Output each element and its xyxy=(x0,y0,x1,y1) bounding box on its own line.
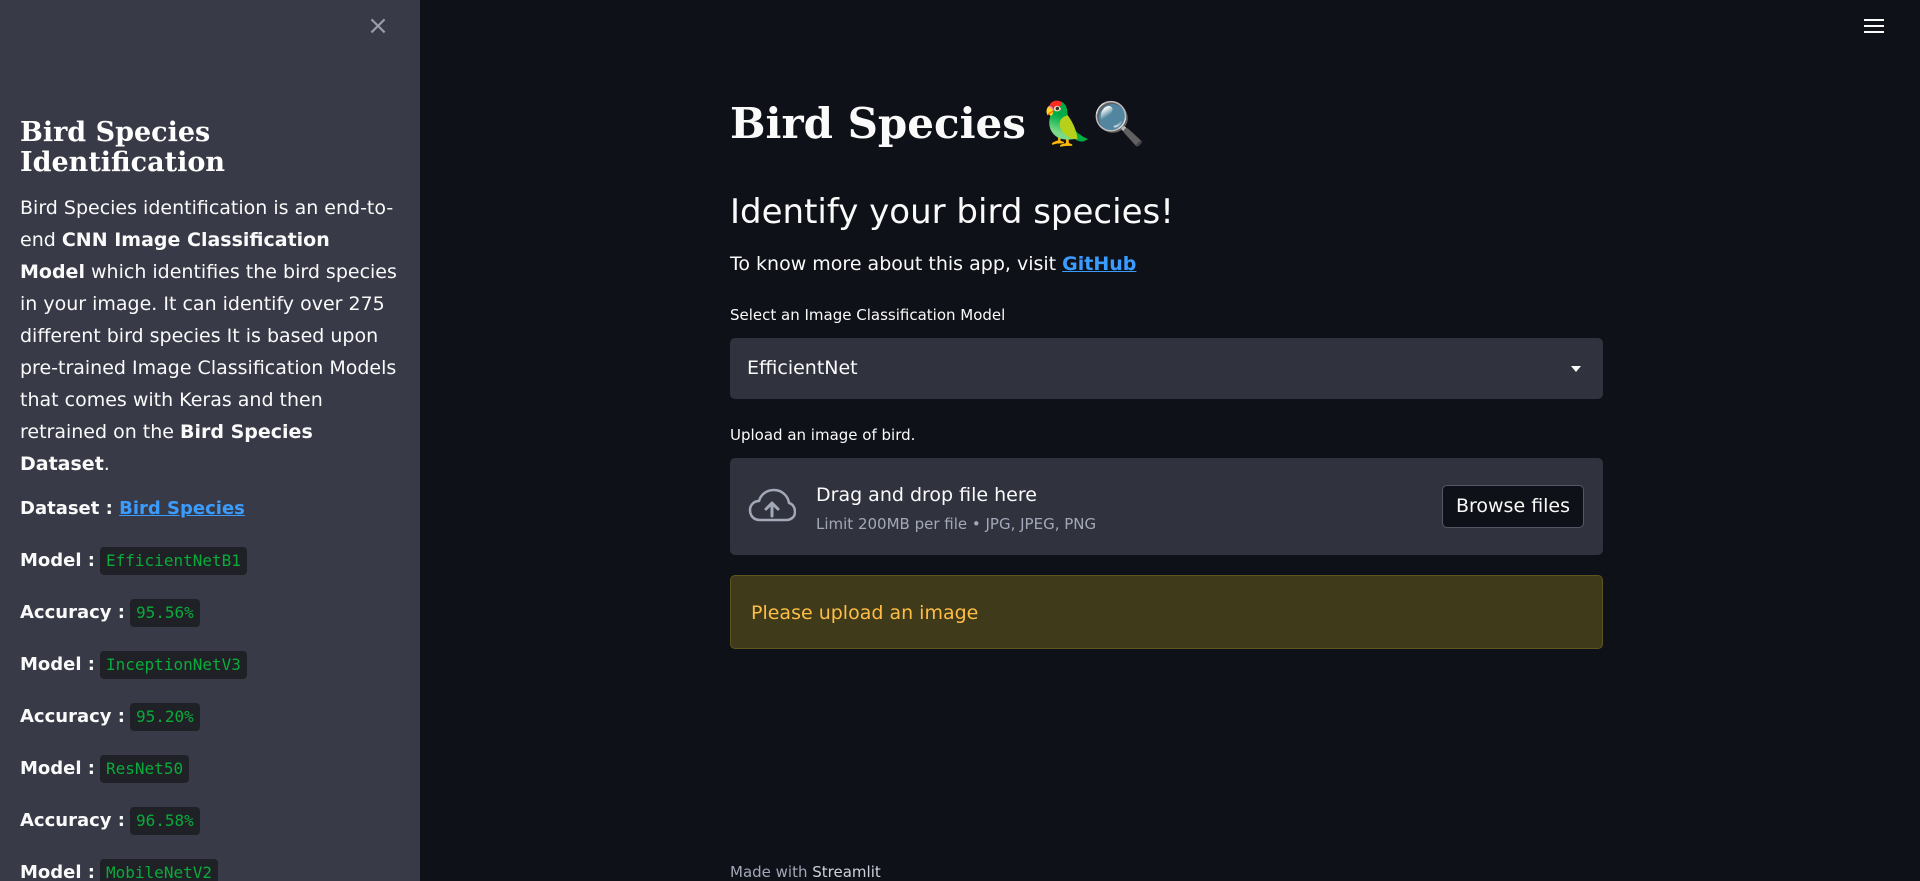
footer: Made with Streamlit xyxy=(730,863,881,881)
close-icon[interactable]: × xyxy=(364,12,392,40)
model-row: Model : InceptionNetV3 xyxy=(20,651,400,703)
model-select[interactable]: EfficientNet xyxy=(730,338,1603,399)
page-title: Bird Species 🦜🔍 xyxy=(730,99,1146,148)
accuracy-code: 95.56% xyxy=(129,599,200,627)
model-name-code: EfficientNetB1 xyxy=(100,547,247,575)
github-link[interactable]: GitHub xyxy=(1062,253,1136,275)
select-label: Select an Image Classification Model xyxy=(730,306,1006,324)
warning-alert: Please upload an image xyxy=(730,575,1603,649)
accuracy-code: 96.58% xyxy=(129,807,200,835)
accuracy-code: 95.20% xyxy=(129,703,200,731)
streamlit-link[interactable]: Streamlit xyxy=(812,863,881,881)
dropzone-instruction: Drag and drop file here xyxy=(816,484,1037,506)
sidebar-title: Bird Species Identification xyxy=(20,117,225,178)
dataset-link[interactable]: Bird Species xyxy=(119,495,245,523)
upload-label: Upload an image of bird. xyxy=(730,426,916,444)
row-label: Accuracy : xyxy=(20,706,125,727)
browse-files-button[interactable]: Browse files xyxy=(1442,485,1584,528)
sidebar: × Bird Species Identification Bird Speci… xyxy=(0,0,420,881)
row-label: Model : xyxy=(20,550,96,571)
row-label: Model : xyxy=(20,654,96,675)
file-uploader-dropzone[interactable]: Drag and drop file here Limit 200MB per … xyxy=(730,458,1603,555)
row-label: Model : xyxy=(20,862,96,881)
accuracy-row: Accuracy : 95.56% xyxy=(20,599,400,651)
model-row: Model : MobileNetV2 xyxy=(20,859,400,881)
row-label: Accuracy : xyxy=(20,602,125,623)
row-label: Accuracy : xyxy=(20,810,125,831)
sidebar-description: Bird Species identification is an end-to… xyxy=(20,197,397,475)
dropzone-limits: Limit 200MB per file • JPG, JPEG, PNG xyxy=(816,515,1097,533)
model-name-code: InceptionNetV3 xyxy=(100,651,247,679)
subheader: Identify your bird species! xyxy=(730,192,1174,232)
hamburger-menu-icon[interactable] xyxy=(1862,16,1886,38)
dataset-label: Dataset : xyxy=(20,498,113,519)
model-name-code: MobileNetV2 xyxy=(100,859,218,881)
model-name-code: ResNet50 xyxy=(100,755,190,783)
accuracy-row: Accuracy : 96.58% xyxy=(20,807,400,859)
model-row: Model : ResNet50 xyxy=(20,755,400,807)
row-label: Model : xyxy=(20,758,96,779)
dataset-row: Dataset : Bird Species xyxy=(20,495,400,547)
info-line: To know more about this app, visit GitHu… xyxy=(730,253,1137,275)
warning-text: Please upload an image xyxy=(751,602,979,624)
cloud-upload-icon xyxy=(748,488,796,522)
sidebar-content: Bird Species Identification Bird Species… xyxy=(20,118,400,881)
select-value: EfficientNet xyxy=(747,357,858,379)
model-row: Model : EfficientNetB1 xyxy=(20,547,400,599)
accuracy-row: Accuracy : 95.20% xyxy=(20,703,400,755)
chevron-down-icon xyxy=(1571,366,1581,372)
